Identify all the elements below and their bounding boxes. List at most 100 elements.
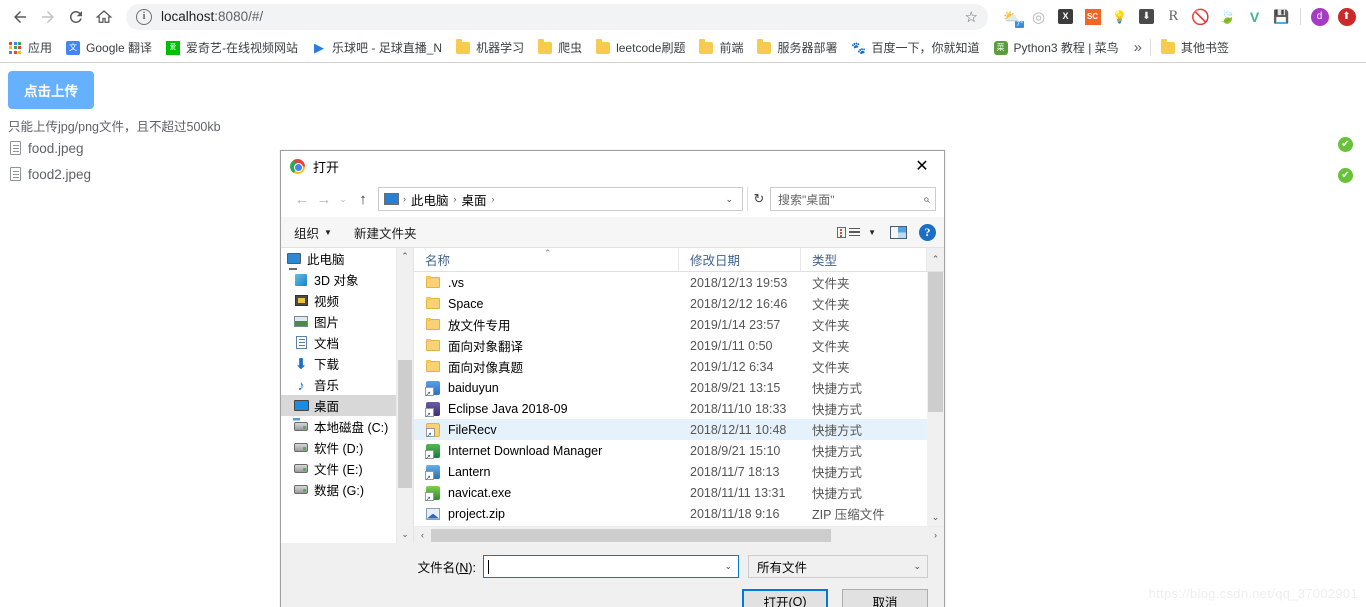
- home-icon[interactable]: [90, 3, 118, 31]
- table-row-selected[interactable]: FileRecv 2018/12/11 10:48 快捷方式: [414, 419, 944, 440]
- scroll-up-icon[interactable]: ⌃: [927, 248, 944, 271]
- sidebar-item-music[interactable]: ♪ 音乐: [281, 374, 413, 395]
- table-row[interactable]: 面向对象翻译 2019/1/11 0:50 文件夹: [414, 335, 944, 356]
- update-chrome-icon[interactable]: ⬆: [1334, 4, 1359, 29]
- bookmark-apps[interactable]: 应用: [7, 39, 52, 56]
- column-header-name[interactable]: 名称 ⌃: [414, 248, 679, 271]
- table-row[interactable]: Space 2018/12/12 16:46 文件夹: [414, 293, 944, 314]
- column-header-date[interactable]: 修改日期: [679, 248, 801, 271]
- sidebar-item-drive-d[interactable]: 软件 (D:): [281, 437, 413, 458]
- table-row[interactable]: .vs 2018/12/13 19:53 文件夹: [414, 272, 944, 293]
- filename-input[interactable]: ⌄: [483, 555, 739, 578]
- bookmark-iqiyi[interactable]: 爱 爱奇艺-在线视频网站: [165, 39, 298, 56]
- breadcrumb-item-this-pc[interactable]: 此电脑: [407, 190, 453, 209]
- list-scrollbar[interactable]: ⌄: [927, 272, 944, 526]
- chevron-down-icon[interactable]: ▼: [868, 228, 876, 237]
- upload-button[interactable]: 点击上传: [8, 71, 94, 109]
- column-header-type[interactable]: 类型: [801, 248, 927, 271]
- table-row[interactable]: 面向对像真题 2019/1/12 6:34 文件夹: [414, 356, 944, 377]
- breadcrumb-item-desktop[interactable]: 桌面: [458, 190, 491, 209]
- table-row[interactable]: navicat.exe 2018/11/11 13:31 快捷方式: [414, 482, 944, 503]
- save-page-icon[interactable]: 💾: [1269, 4, 1294, 29]
- file-type-filter-select[interactable]: 所有文件 ⌄: [748, 555, 928, 578]
- close-icon[interactable]: ✕: [900, 151, 944, 181]
- sidebar-item-pictures[interactable]: 图片: [281, 311, 413, 332]
- bookmarks-overflow-button[interactable]: »: [1134, 39, 1142, 56]
- chevron-down-icon[interactable]: ⌄: [718, 561, 738, 572]
- sidebar-item-videos[interactable]: 视频: [281, 290, 413, 311]
- vue-devtools-icon[interactable]: V: [1242, 4, 1267, 29]
- bookmark-runoob[interactable]: 菜 Python3 教程 | 菜鸟: [993, 39, 1119, 56]
- scrollbar-thumb[interactable]: [928, 272, 943, 412]
- adblock-extension-icon[interactable]: ◎: [1026, 4, 1051, 29]
- address-bar[interactable]: i localhost:8080/#/ ☆: [126, 3, 988, 30]
- scroll-up-icon[interactable]: ⌃: [397, 248, 413, 265]
- sc-extension-icon[interactable]: SC: [1080, 4, 1105, 29]
- table-row[interactable]: Eclipse Java 2018-09 2018/11/10 18:33 快捷…: [414, 398, 944, 419]
- scroll-right-icon[interactable]: ›: [927, 530, 944, 540]
- site-info-icon[interactable]: i: [136, 8, 152, 25]
- forward-arrow-icon[interactable]: [34, 3, 62, 31]
- dialog-toolbar: 组织 ▼ 新建文件夹 ▼ ?: [281, 217, 944, 248]
- x-extension-icon[interactable]: X: [1053, 4, 1078, 29]
- breadcrumb[interactable]: › 此电脑 › 桌面 › ⌄: [378, 187, 743, 211]
- scroll-left-icon[interactable]: ‹: [414, 530, 431, 540]
- bookmark-google-translate[interactable]: 文 Google 翻译: [65, 39, 152, 56]
- bookmark-folder-server[interactable]: 服务器部署: [756, 38, 838, 56]
- noscript-extension-icon[interactable]: 🚫: [1188, 4, 1213, 29]
- table-row[interactable]: baiduyun 2018/9/21 13:15 快捷方式: [414, 377, 944, 398]
- sidebar-item-local-disk-c[interactable]: 本地磁盘 (C:): [281, 416, 413, 437]
- table-row[interactable]: Internet Download Manager 2018/9/21 15:1…: [414, 440, 944, 461]
- bookmark-star-icon[interactable]: ☆: [965, 8, 978, 26]
- bookmark-folder-leetcode[interactable]: leetcode刷题: [595, 38, 685, 56]
- search-input[interactable]: 搜索"桌面" ⌕: [770, 187, 936, 211]
- sidebar-item-3d-objects[interactable]: 3D 对象: [281, 269, 413, 290]
- refresh-icon[interactable]: ↻: [747, 187, 770, 211]
- bookmark-folder-ml[interactable]: 机器学习: [455, 38, 524, 56]
- sidebar-item-documents[interactable]: 文档: [281, 332, 413, 353]
- table-row[interactable]: 放文件专用 2019/1/14 23:57 文件夹: [414, 314, 944, 335]
- chevron-down-icon: ⌄: [913, 561, 921, 571]
- sidebar-item-desktop[interactable]: 桌面: [281, 395, 413, 416]
- reload-icon[interactable]: [62, 3, 90, 31]
- bookmark-other-bookmarks[interactable]: 其他书签: [1160, 38, 1229, 56]
- bookmark-baidu[interactable]: 🐾 百度一下，你就知道: [851, 39, 980, 56]
- sidebar-item-drive-e[interactable]: 文件 (E:): [281, 458, 413, 479]
- bookmark-folder-crawler[interactable]: 爬虫: [537, 38, 582, 56]
- document-icon: [10, 141, 21, 155]
- sidebar-item-drive-g[interactable]: 数据 (G:): [281, 479, 413, 500]
- chevron-down-icon[interactable]: ⌄: [719, 194, 739, 205]
- sidebar-item-downloads[interactable]: ⬇ 下载: [281, 353, 413, 374]
- download-extension-icon[interactable]: ⬇: [1134, 4, 1159, 29]
- table-row[interactable]: Lantern 2018/11/7 18:13 快捷方式: [414, 461, 944, 482]
- open-button[interactable]: 打开(O): [742, 589, 828, 607]
- cancel-button[interactable]: 取消: [842, 589, 928, 607]
- preview-pane-icon[interactable]: [890, 225, 907, 239]
- back-arrow-icon[interactable]: [6, 3, 34, 31]
- bookmark-leqiuba[interactable]: ▶ 乐球吧 - 足球直播_N: [311, 39, 442, 56]
- weather-extension-icon[interactable]: ⛅ 7°: [999, 4, 1024, 29]
- table-row[interactable]: project.zip 2018/11/18 9:16 ZIP 压缩文件: [414, 503, 944, 524]
- help-icon[interactable]: ?: [919, 223, 936, 241]
- scroll-down-icon[interactable]: ⌄: [397, 526, 413, 543]
- dialog-back-icon[interactable]: ←: [291, 187, 313, 211]
- profile-avatar[interactable]: d: [1307, 4, 1332, 29]
- bookmark-folder-frontend[interactable]: 前端: [698, 38, 743, 56]
- horizontal-scrollbar[interactable]: ‹ ›: [414, 526, 944, 543]
- leaf-extension-icon[interactable]: 🍃: [1215, 4, 1240, 29]
- tree-scrollbar[interactable]: ⌃ ⌄: [396, 248, 413, 543]
- organize-button[interactable]: 组织 ▼: [294, 223, 332, 242]
- bulb-extension-icon[interactable]: 💡: [1107, 4, 1132, 29]
- scroll-down-icon[interactable]: ⌄: [927, 509, 944, 526]
- scrollbar-thumb[interactable]: [431, 528, 831, 542]
- row-name: Eclipse Java 2018-09: [448, 401, 568, 416]
- recent-locations-icon[interactable]: ⌄: [335, 187, 351, 211]
- bookmarks-divider: [1150, 39, 1152, 56]
- r-extension-icon[interactable]: R: [1161, 4, 1186, 29]
- view-options-icon[interactable]: [837, 226, 861, 238]
- dialog-up-icon[interactable]: ↑: [351, 187, 375, 211]
- sidebar-item-this-pc[interactable]: 此电脑: [281, 248, 413, 269]
- dialog-forward-icon[interactable]: →: [313, 187, 335, 211]
- scrollbar-thumb[interactable]: [398, 360, 412, 488]
- new-folder-button[interactable]: 新建文件夹: [354, 223, 417, 242]
